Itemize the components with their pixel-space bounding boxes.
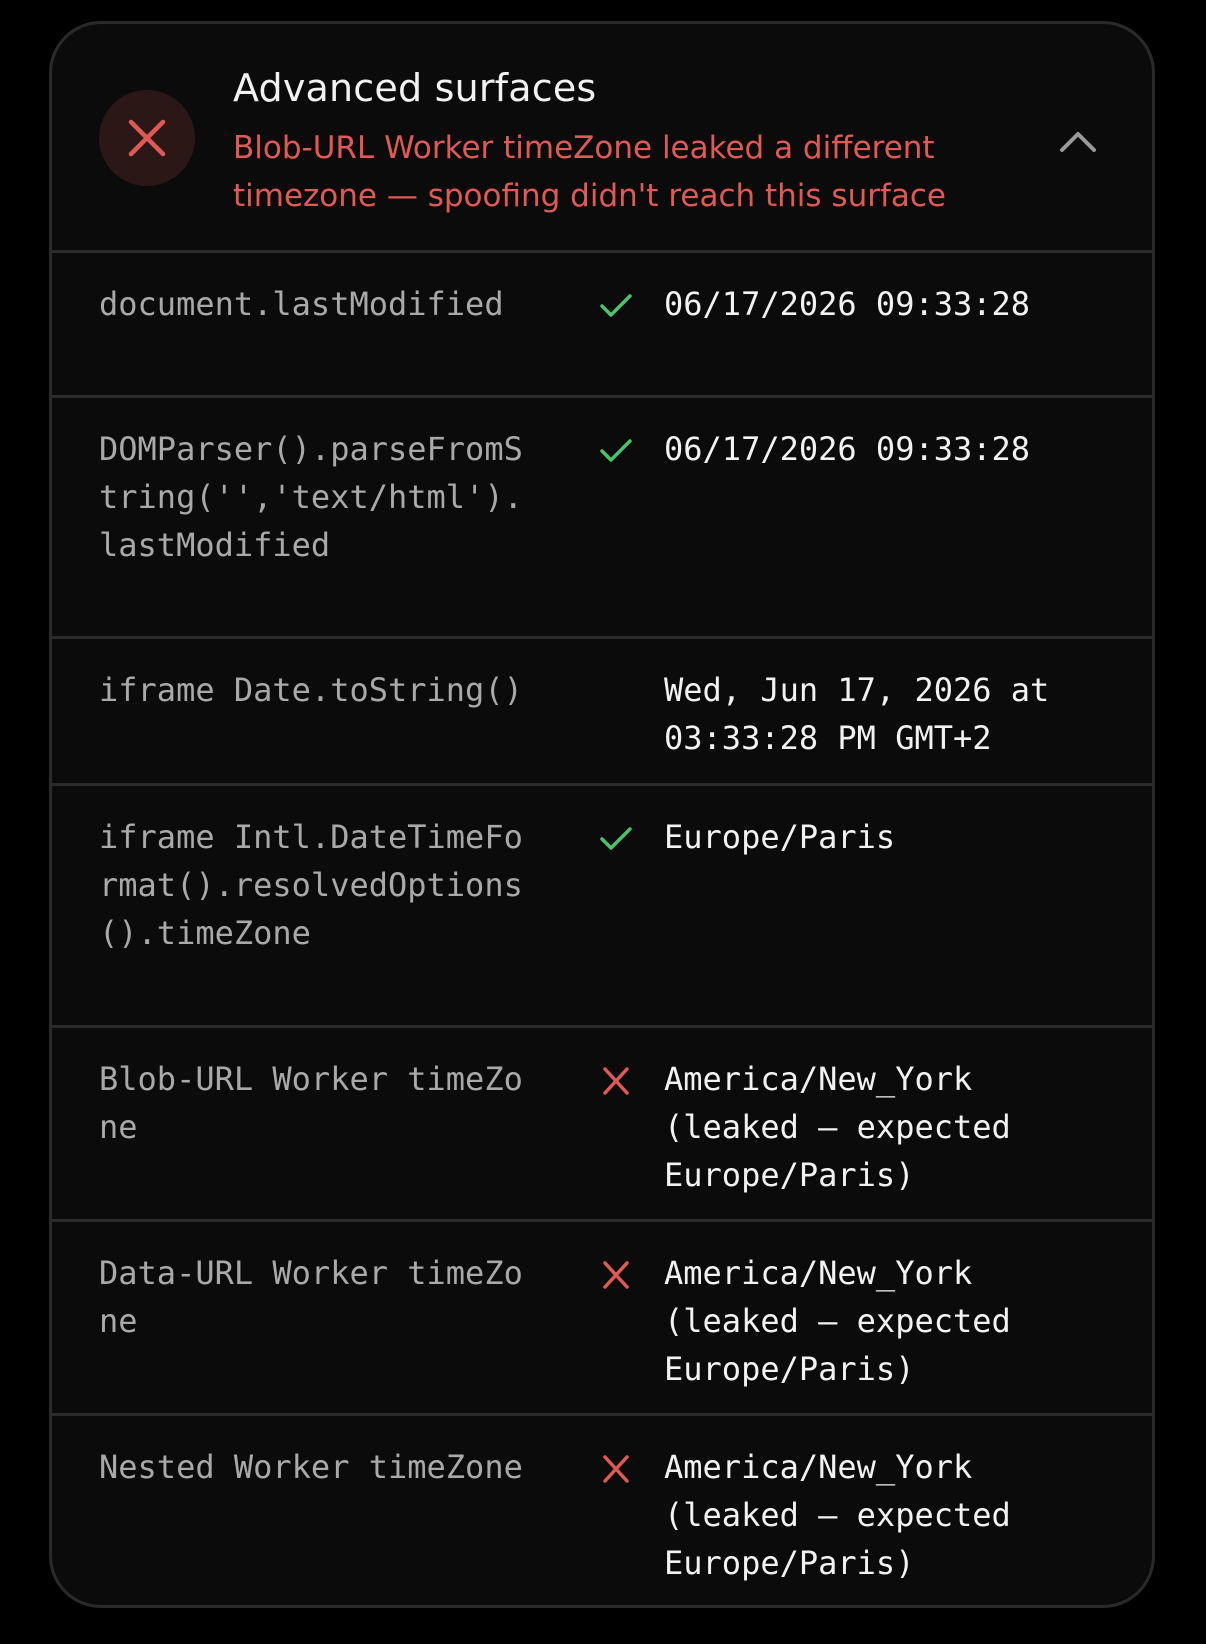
table-row: Blob-URL Worker timeZone America/New_Yor… bbox=[52, 1028, 1152, 1222]
check-icon bbox=[600, 439, 632, 462]
table-row: document.lastModified 06/17/2026 09:33:2… bbox=[52, 253, 1152, 398]
row-value: America/New_York (leaked — expected Euro… bbox=[664, 1254, 1011, 1388]
row-label: iframe Date.toString() bbox=[99, 671, 523, 709]
row-label: Nested Worker timeZone bbox=[99, 1448, 523, 1486]
section-title: Advanced surfaces bbox=[233, 66, 597, 110]
row-label: DOMParser().parseFromString('','text/htm… bbox=[99, 430, 523, 564]
row-value: Wed, Jun 17, 2026 at 03:33:28 PM GMT+2 bbox=[664, 671, 1050, 757]
x-icon bbox=[603, 1455, 629, 1483]
x-icon bbox=[603, 1067, 629, 1095]
table-row: Data-URL Worker timeZone America/New_Yor… bbox=[52, 1222, 1152, 1416]
row-label: Data-URL Worker timeZone bbox=[99, 1254, 523, 1340]
row-value: Europe/Paris bbox=[664, 818, 896, 856]
table-row: iframe Date.toString() Wed, Jun 17, 2026… bbox=[52, 639, 1152, 786]
row-value: America/New_York (leaked — expected Euro… bbox=[664, 1060, 1011, 1194]
section-summary: Blob-URL Worker timeZone leaked a differ… bbox=[233, 130, 946, 214]
chevron-up-icon[interactable] bbox=[1056, 124, 1100, 154]
x-icon bbox=[128, 119, 166, 157]
row-value: 06/17/2026 09:33:28 bbox=[664, 430, 1031, 468]
section-header[interactable]: Advanced surfaces Blob-URL Worker timeZo… bbox=[52, 24, 1152, 253]
row-label: iframe Intl.DateTimeFormat().resolvedOpt… bbox=[99, 818, 523, 952]
table-row: iframe Intl.DateTimeFormat().resolvedOpt… bbox=[52, 786, 1152, 1028]
row-label: Blob-URL Worker timeZone bbox=[99, 1060, 523, 1146]
check-icon bbox=[600, 827, 632, 850]
advanced-surfaces-card: Advanced surfaces Blob-URL Worker timeZo… bbox=[49, 21, 1155, 1608]
row-value: America/New_York (leaked — expected Euro… bbox=[664, 1448, 1011, 1582]
x-icon bbox=[603, 1261, 629, 1289]
table-row: Nested Worker timeZone America/New_York … bbox=[52, 1416, 1152, 1605]
status-badge bbox=[99, 90, 195, 186]
check-icon bbox=[600, 294, 632, 317]
row-value: 06/17/2026 09:33:28 bbox=[664, 285, 1031, 323]
row-label: document.lastModified bbox=[99, 285, 504, 323]
table-row: DOMParser().parseFromString('','text/htm… bbox=[52, 398, 1152, 639]
